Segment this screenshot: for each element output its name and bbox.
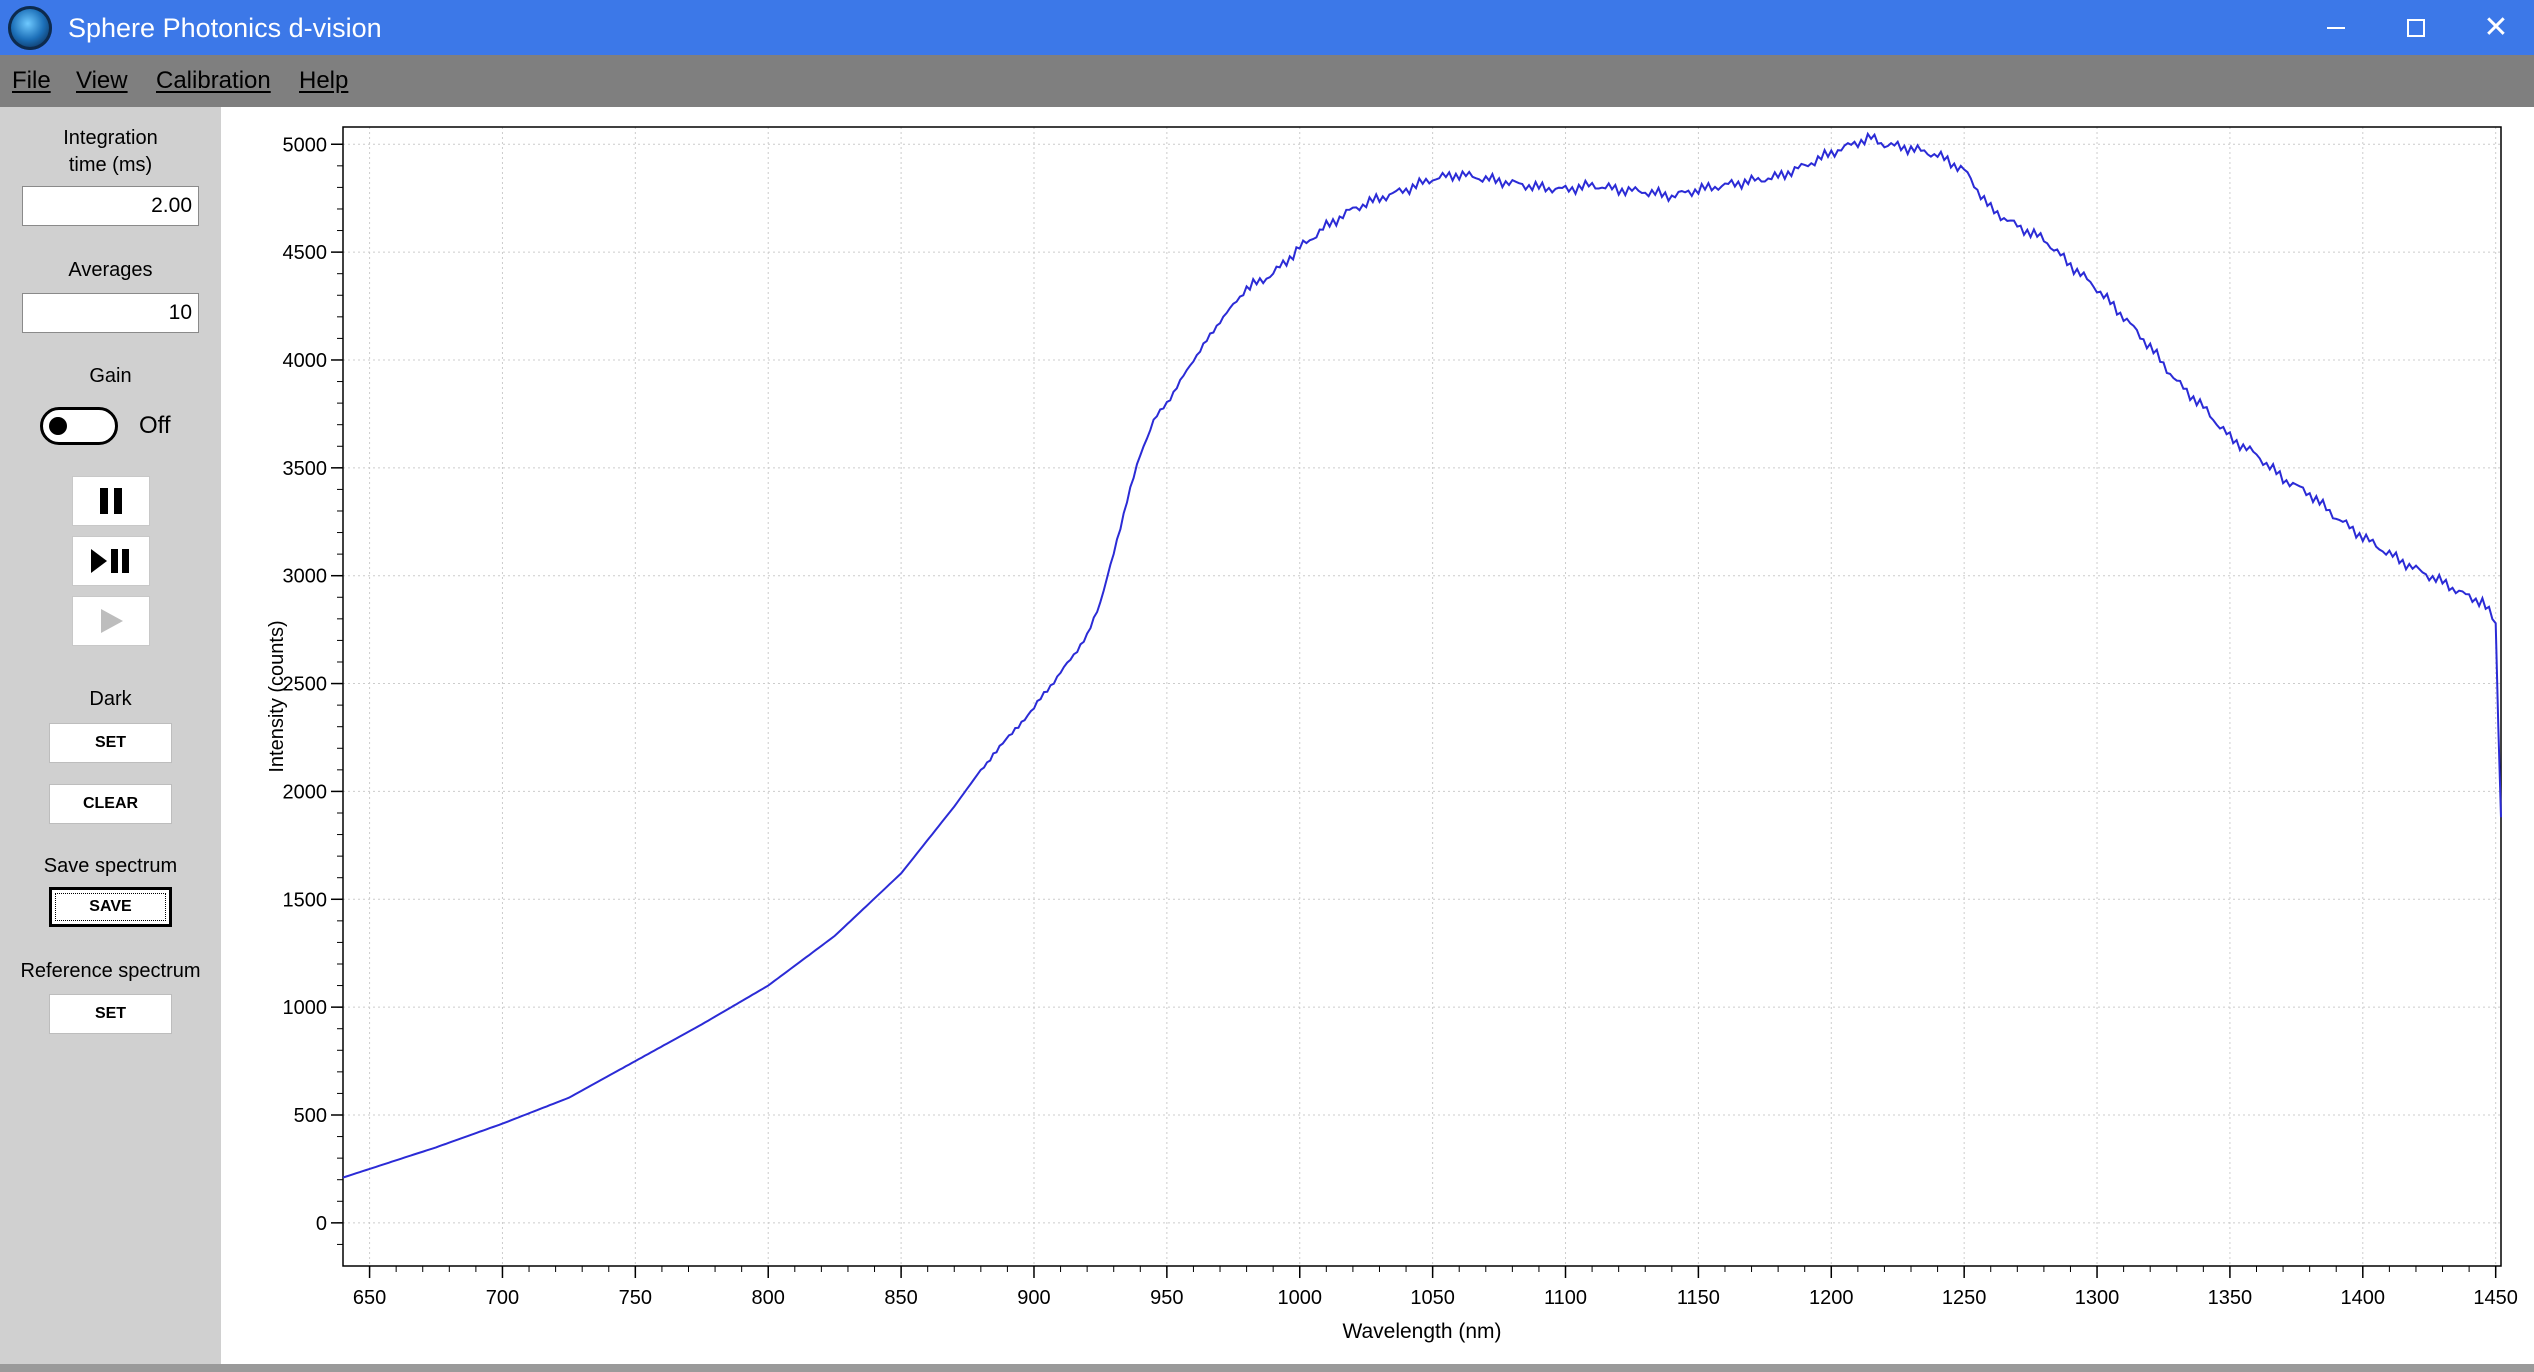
y-tick-label: 4000 [283, 350, 328, 372]
minimize-icon [2327, 26, 2345, 29]
x-tick-label: 650 [353, 1287, 386, 1309]
spectrum-plot: 650 700 750 800 850 900 950 1000 1050 1100 1150 120… [266, 126, 2518, 1343]
plot-frame [342, 126, 2502, 1267]
menu-bar: File View Calibration Help [0, 55, 2534, 107]
y-tick-label: 3500 [283, 458, 328, 480]
x-tick-label: 1300 [2075, 1287, 2120, 1309]
toggle-knob [49, 417, 67, 435]
dark-clear-button[interactable]: CLEAR [49, 784, 172, 824]
y-tick-label: 3000 [283, 566, 328, 588]
averages-label: Averages [68, 259, 153, 281]
x-tick-label: 1150 [1677, 1287, 1720, 1309]
x-tick-label: 1400 [2341, 1287, 2386, 1309]
step-play-pause-icon [91, 549, 129, 573]
menu-calibration[interactable]: Calibration [156, 67, 271, 95]
dark-label: Dark [89, 688, 132, 710]
spectrum-series-line [342, 131, 2502, 1179]
title-bar: Sphere Photonics d-vision ✕ [0, 0, 2534, 55]
x-tick-label: 900 [1017, 1287, 1050, 1309]
y-tick-label: 5000 [283, 134, 328, 156]
gain-label: Gain [89, 365, 132, 387]
window-title: Sphere Photonics d-vision [68, 13, 382, 43]
reference-set-button[interactable]: SET [49, 994, 172, 1034]
x-axis-label: Wavelength (nm) [1342, 1320, 1501, 1343]
save-button[interactable]: SAVE [49, 887, 172, 927]
menu-file[interactable]: File [12, 67, 51, 95]
gain-toggle[interactable] [40, 407, 118, 445]
play-button[interactable] [72, 596, 150, 646]
x-tick-label: 800 [752, 1287, 785, 1309]
integration-time-label-line1: Integration [63, 127, 158, 149]
y-tick-label: 2500 [283, 674, 328, 696]
pause-button[interactable] [72, 476, 150, 526]
y-tick-label: 1500 [283, 889, 328, 911]
dark-set-button[interactable]: SET [49, 723, 172, 763]
y-tick-label: 0 [316, 1213, 327, 1235]
integration-time-input[interactable] [22, 186, 199, 226]
x-tick-label: 1450 [2473, 1287, 2518, 1309]
menu-help[interactable]: Help [299, 67, 348, 95]
x-tick-label: 1050 [1410, 1287, 1455, 1309]
reference-spectrum-label: Reference spectrum [20, 960, 201, 982]
spectrum-chart[interactable]: 650 700 750 800 850 900 950 1000 1050 1100 1150 120… [221, 107, 2534, 1364]
x-tick-label: 750 [619, 1287, 652, 1309]
x-tick-label: 1000 [1277, 1287, 1322, 1309]
control-panel: Integration time (ms) Averages Gain Off … [0, 107, 221, 1364]
y-tick-label: 500 [294, 1105, 327, 1127]
step-button[interactable] [72, 536, 150, 586]
maximize-icon [2407, 18, 2425, 37]
maximize-button[interactable] [2376, 0, 2456, 55]
pause-icon [100, 488, 122, 514]
x-tick-label: 850 [884, 1287, 917, 1309]
close-button[interactable]: ✕ [2456, 0, 2534, 55]
save-spectrum-label: Save spectrum [43, 855, 178, 877]
y-axis-label: Intensity (counts) [266, 620, 288, 772]
bottom-border [0, 1364, 2534, 1372]
gain-state-label: Off [139, 412, 171, 439]
x-tick-label: 1200 [1809, 1287, 1854, 1309]
averages-input[interactable] [22, 293, 199, 333]
x-tick-label: 1100 [1544, 1287, 1587, 1309]
y-tick-label: 4500 [283, 242, 328, 264]
play-icon [101, 609, 123, 633]
close-icon: ✕ [2483, 10, 2509, 44]
x-tick-label: 1350 [2208, 1287, 2253, 1309]
y-tick-label: 2000 [283, 781, 328, 803]
menu-view[interactable]: View [76, 67, 128, 95]
x-tick-label: 950 [1150, 1287, 1183, 1309]
minimize-button[interactable] [2296, 0, 2376, 55]
y-tick-label: 1000 [283, 997, 328, 1019]
x-tick-label: 1250 [1942, 1287, 1987, 1309]
integration-time-label-line2: time (ms) [68, 154, 153, 176]
sphere-logo-icon [8, 6, 52, 50]
x-tick-label: 700 [486, 1287, 519, 1309]
